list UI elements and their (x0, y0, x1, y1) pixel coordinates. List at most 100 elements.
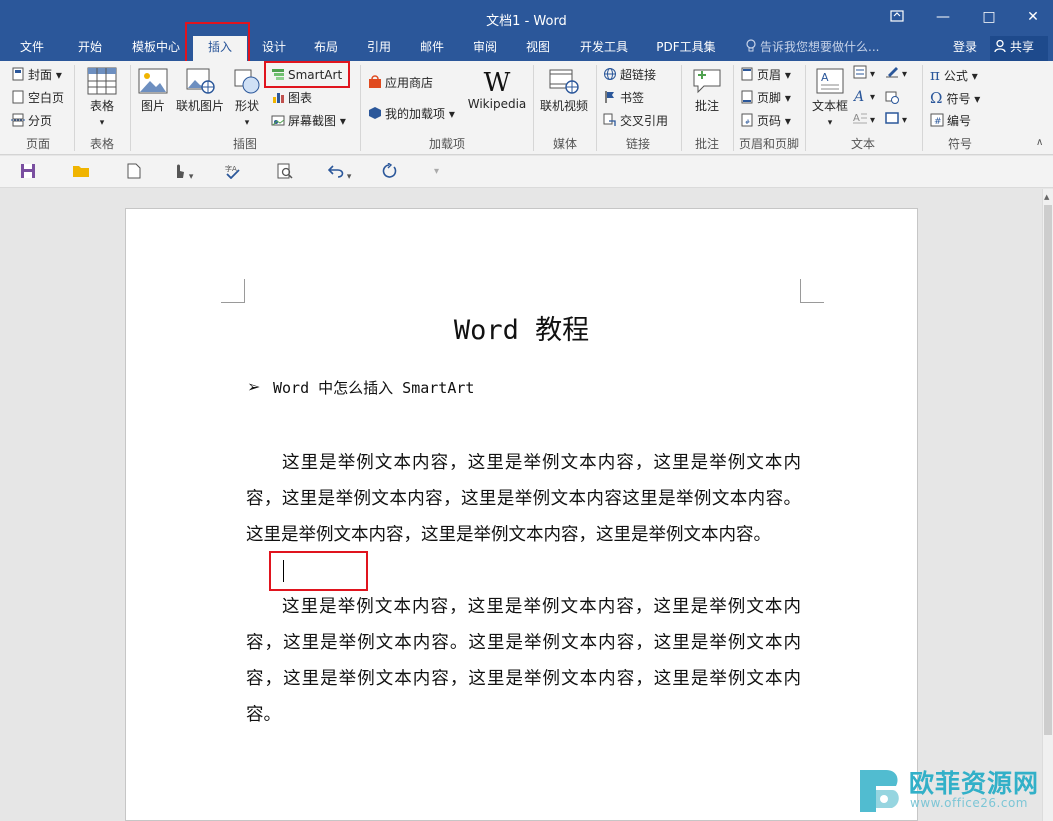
tell-me-search[interactable]: 告诉我您想要做什么... (745, 36, 879, 61)
login-link[interactable]: 登录 (953, 36, 977, 58)
tab-layout[interactable]: 布局 (303, 36, 349, 61)
blank-page-button[interactable]: 空白页 (11, 88, 64, 108)
shapes-button[interactable]: 形状 ▾ (229, 67, 265, 128)
picture-button[interactable]: 图片 (135, 67, 171, 114)
page-number-icon: # (741, 113, 753, 127)
tab-pdf-tools[interactable]: PDF工具集 (649, 36, 723, 61)
date-time-button[interactable] (885, 88, 902, 108)
undo-button[interactable]: ▾ (327, 163, 351, 182)
group-separator (533, 65, 534, 151)
object-button[interactable]: ▾ (885, 111, 907, 131)
group-label-text: 文本 (850, 137, 875, 151)
symbol-button[interactable]: Ω 符号 ▾ (930, 88, 980, 108)
bookmark-button[interactable]: 书签 (603, 88, 644, 108)
print-preview-button[interactable] (277, 163, 293, 181)
header-icon (741, 67, 753, 81)
close-button[interactable]: ✕ (1013, 4, 1053, 30)
open-button[interactable] (72, 163, 90, 181)
calendar-clock-icon (885, 91, 899, 104)
collapse-ribbon-icon[interactable]: ∧ (1036, 137, 1043, 148)
watermark-url: www.office26.com (910, 796, 1028, 810)
store-icon (369, 75, 381, 88)
online-video-icon (549, 69, 579, 94)
redo-icon (382, 162, 397, 178)
title-bar: 文档1 - Word — □ ✕ (0, 0, 1053, 36)
new-document-icon (127, 163, 141, 179)
touch-mode-button[interactable]: ▾ (172, 163, 193, 182)
new-document-button[interactable] (127, 163, 141, 181)
screenshot-icon (271, 115, 285, 126)
save-icon (21, 164, 35, 178)
store-button[interactable]: 应用商店 (368, 73, 433, 93)
screenshot-button[interactable]: 屏幕截图 ▾ (271, 111, 346, 131)
tab-developer[interactable]: 开发工具 (571, 36, 637, 61)
cross-reference-icon (603, 113, 616, 126)
page-number-button[interactable]: # 页码 ▾ (740, 111, 791, 131)
tab-home[interactable]: 开始 (66, 36, 114, 61)
footer-button[interactable]: 页脚 ▾ (740, 88, 791, 108)
svg-text:A: A (853, 113, 860, 124)
tab-review[interactable]: 审阅 (462, 36, 508, 61)
tab-references[interactable]: 引用 (356, 36, 402, 61)
document-page[interactable]: Word 教程 ➢ Word 中怎么插入 SmartArt 这里是举例文本内容，… (125, 208, 918, 821)
table-button[interactable]: 表格 ▾ (80, 67, 124, 128)
watermark-name: 欧菲资源网 (909, 769, 1040, 798)
vertical-scrollbar[interactable]: ▲ (1042, 189, 1053, 821)
hyperlink-button[interactable]: 超链接 (603, 65, 656, 85)
header-button[interactable]: 页眉 ▾ (740, 65, 791, 85)
redo-button[interactable] (381, 162, 397, 181)
share-button[interactable]: 共享 (990, 36, 1048, 61)
comment-button[interactable]: 批注 (686, 67, 728, 114)
maximize-button[interactable]: □ (969, 4, 1009, 30)
folder-icon (73, 166, 89, 177)
drop-cap-button[interactable]: A ▾ (853, 111, 875, 131)
minimize-button[interactable]: — (923, 4, 963, 30)
equation-button[interactable]: π 公式 ▾ (930, 65, 978, 85)
blank-page-icon (12, 90, 24, 104)
chart-button[interactable]: 图表 (271, 88, 312, 108)
store-label: 应用商店 (385, 76, 434, 90)
page-break-button[interactable]: 分页 (11, 111, 52, 131)
tab-file[interactable]: 文件 (8, 36, 56, 61)
textbox-button[interactable]: A 文本框 ▾ (809, 67, 851, 128)
lightbulb-icon (746, 39, 756, 52)
online-picture-icon (186, 68, 215, 94)
arrow-bullet-icon: ➢ (247, 377, 261, 396)
online-video-button[interactable]: 联机视频 (538, 67, 590, 114)
chart-icon (273, 93, 284, 103)
cross-reference-button[interactable]: 交叉引用 (603, 111, 668, 131)
spelling-button[interactable]: 字A (224, 163, 242, 181)
customize-qat-button[interactable]: ▾ (434, 163, 439, 181)
svg-text:A: A (821, 71, 829, 84)
tab-mailings[interactable]: 邮件 (409, 36, 455, 61)
highlight-smartart-button (264, 61, 350, 88)
tab-view[interactable]: 视图 (515, 36, 561, 61)
tab-design[interactable]: 设计 (251, 36, 297, 61)
textbox-icon: A (816, 68, 844, 94)
scrollbar-thumb[interactable] (1044, 205, 1052, 735)
tab-template-center[interactable]: 模板中心 (124, 36, 188, 61)
wordart-button[interactable]: A ▾ (853, 88, 875, 108)
picture-label: 图片 (140, 99, 165, 113)
addins-icon (369, 107, 381, 119)
screenshot-label: 屏幕截图 (288, 114, 337, 128)
bookmark-label: 书签 (620, 91, 645, 105)
online-video-label: 联机视频 (539, 99, 588, 113)
scroll-up-arrow-icon[interactable]: ▲ (1044, 193, 1049, 201)
online-picture-button[interactable]: 联机图片 (173, 67, 227, 114)
wikipedia-button[interactable]: W Wikipedia (466, 69, 528, 111)
cover-page-button[interactable]: 封面 ▾ (11, 65, 62, 85)
quick-parts-button[interactable]: ▾ (853, 65, 875, 85)
body-paragraph-2: 这里是举例文本内容，这里是举例文本内容，这里是举例文本内容，这里是举例文本内容。… (246, 597, 801, 725)
ribbon-display-options-button[interactable] (877, 4, 917, 30)
header-label: 页眉 (757, 68, 782, 82)
save-button[interactable] (20, 163, 36, 181)
my-addins-button[interactable]: 我的加载项 ▾ (368, 104, 455, 124)
wikipedia-icon: W (483, 68, 511, 98)
document-title: Word 教程 (453, 315, 590, 346)
omega-icon: Ω (930, 89, 943, 107)
numbering-button[interactable]: # 编号 (930, 111, 971, 131)
group-label-symbols: 符号 (947, 137, 972, 151)
signature-line-button[interactable]: ▾ (885, 65, 907, 85)
pi-icon: π (930, 66, 940, 84)
